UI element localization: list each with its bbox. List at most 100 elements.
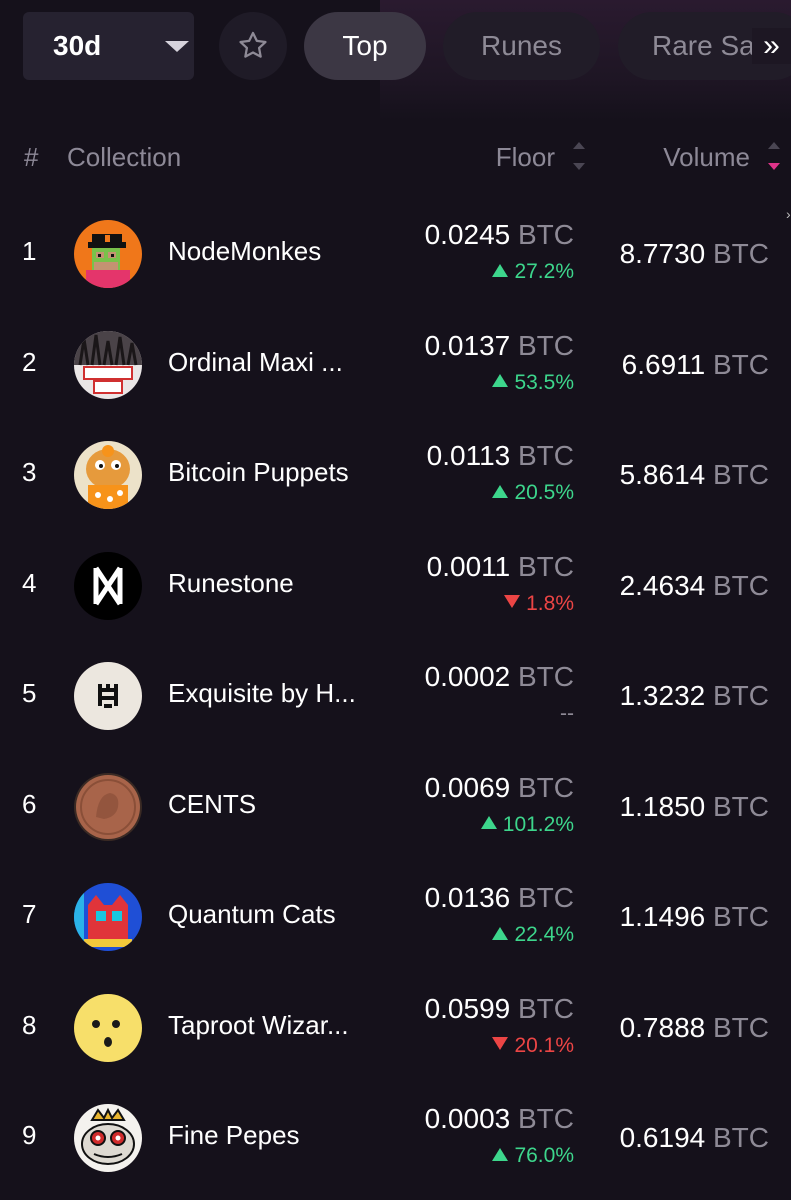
floor-price: 0.0245 BTC bbox=[425, 219, 574, 251]
volume-unit: BTC bbox=[713, 238, 769, 269]
header-floor-sort[interactable]: Floor bbox=[496, 142, 555, 173]
volume-unit: BTC bbox=[713, 1011, 769, 1043]
volume: 1.1850 BTC bbox=[620, 791, 769, 823]
change-value: 76.0% bbox=[514, 1144, 574, 1167]
floor-value: 0.0245 bbox=[424, 219, 511, 250]
row-rank: 1 bbox=[22, 236, 37, 266]
row-rank: 5 bbox=[22, 678, 37, 708]
floor-price: 0.0136 BTC bbox=[425, 882, 574, 914]
collection-name: Exquisite by H... bbox=[168, 678, 356, 708]
tab-top-label: Top bbox=[342, 30, 388, 61]
volume-value: 0.7888 bbox=[619, 1011, 706, 1043]
volume-value: 8.7730 bbox=[619, 238, 706, 269]
floor-price: 0.0011 BTC bbox=[427, 551, 574, 583]
change-value: 53.5% bbox=[514, 370, 574, 394]
row-rank: 3 bbox=[22, 457, 37, 487]
floor-change: 1.8% bbox=[504, 592, 574, 616]
volume-unit: BTC bbox=[713, 569, 769, 601]
collection-name: Runestone bbox=[168, 567, 294, 598]
nodemonkes-avatar bbox=[74, 220, 142, 288]
tab-runes-label: Runes bbox=[481, 30, 562, 61]
volume: 0.6194 BTC bbox=[620, 1122, 769, 1154]
table-header: # Collection Floor Volume bbox=[0, 130, 791, 186]
floor-change: -- bbox=[560, 702, 574, 726]
table-row[interactable]: 2 Ordinal Maxi ... 0.0137 BTC 53.5% 6.69… bbox=[0, 311, 791, 422]
floor-price: 0.0069 BTC bbox=[425, 772, 574, 804]
collection-name: NodeMonkes bbox=[168, 236, 322, 266]
favorites-button[interactable] bbox=[219, 12, 287, 80]
volume-value: 2.4634 bbox=[619, 569, 706, 601]
period-label: 30d bbox=[53, 30, 102, 61]
triangle-up-icon bbox=[492, 263, 509, 277]
header-rank: # bbox=[24, 142, 39, 172]
volume: 5.8614 BTC bbox=[620, 459, 769, 491]
period-dropdown[interactable]: 30d bbox=[23, 12, 194, 80]
table-row[interactable]: 1 NodeMonkes 0.0245 BTC 27.2% 8.7730 BTC bbox=[0, 200, 791, 311]
table-row[interactable]: 7 Quantum Cats 0.0136 BTC 22.4% 1.1496 B… bbox=[0, 863, 791, 974]
collection-list: 1 NodeMonkes 0.0245 BTC 27.2% 8.7730 BTC… bbox=[0, 200, 791, 1195]
volume-unit: BTC bbox=[713, 348, 769, 380]
taproot-wizards-avatar bbox=[74, 993, 142, 1062]
triangle-up-icon bbox=[492, 1147, 509, 1161]
table-row[interactable]: 4 Runestone 0.0011 BTC 1.8% 2.4634 BTC bbox=[0, 532, 791, 643]
header-volume-sort[interactable]: Volume bbox=[663, 142, 750, 173]
floor-unit: BTC bbox=[518, 219, 574, 250]
tab-rare-sats-label: Rare Sa bbox=[652, 30, 755, 61]
floor-unit: BTC bbox=[518, 992, 574, 1024]
floor-change: 53.5% bbox=[492, 371, 574, 395]
collection-name: CENTS bbox=[168, 788, 257, 819]
sort-floor-icon[interactable] bbox=[573, 142, 585, 174]
table-row[interactable]: 9 Fine Pepes 0.0003 BTC 76.0% 0.6194 BTC bbox=[0, 1084, 791, 1195]
table-row[interactable]: 6 CENTS 0.0069 BTC 101.2% 1.1850 BTC bbox=[0, 753, 791, 864]
floor-unit: BTC bbox=[518, 661, 574, 692]
floor-value: 0.0002 bbox=[424, 661, 511, 692]
bitcoin-puppets-avatar bbox=[74, 441, 142, 509]
table-row[interactable]: 3 Bitcoin Puppets 0.0113 BTC 20.5% 5.861… bbox=[0, 421, 791, 532]
floor-change: 20.1% bbox=[492, 1034, 574, 1058]
volume: 0.7888 BTC bbox=[620, 1012, 769, 1044]
scroll-tabs-button[interactable]: » bbox=[752, 28, 791, 64]
floor-price: 0.0599 BTC bbox=[425, 993, 574, 1025]
quantum-cats-avatar bbox=[74, 883, 142, 951]
floor-value: 0.0599 bbox=[424, 992, 511, 1024]
exquisite-avatar bbox=[74, 662, 142, 730]
row-rank: 4 bbox=[22, 567, 37, 598]
floor-change: 27.2% bbox=[492, 260, 574, 284]
volume-value: 5.8614 bbox=[619, 459, 706, 490]
double-chevron-right-icon: » bbox=[763, 29, 780, 62]
table-row[interactable]: 8 Taproot Wizar... 0.0599 BTC 20.1% 0.78… bbox=[0, 974, 791, 1085]
star-icon bbox=[239, 31, 267, 58]
row-rank: 8 bbox=[22, 1009, 37, 1040]
volume-unit: BTC bbox=[713, 1122, 769, 1153]
floor-price: 0.0003 BTC bbox=[425, 1103, 574, 1135]
collection-name: Bitcoin Puppets bbox=[168, 457, 349, 487]
volume-value: 1.3232 bbox=[619, 680, 706, 711]
triangle-up-icon bbox=[492, 484, 509, 498]
floor-unit: BTC bbox=[518, 882, 574, 913]
volume-value: 1.1496 bbox=[619, 901, 706, 932]
floor-change: 76.0% bbox=[492, 1144, 574, 1168]
row-rank: 6 bbox=[22, 788, 37, 819]
table-row[interactable]: 5 Exquisite by H... 0.0002 BTC -- 1.3232… bbox=[0, 642, 791, 753]
volume: 1.1496 BTC bbox=[620, 901, 769, 933]
triangle-up-icon bbox=[492, 926, 509, 940]
volume-unit: BTC bbox=[713, 459, 769, 490]
volume: 6.6911 BTC bbox=[622, 349, 769, 381]
triangle-up-icon bbox=[480, 816, 497, 830]
floor-unit: BTC bbox=[518, 329, 574, 361]
volume-unit: BTC bbox=[713, 680, 769, 711]
volume-value: 0.6194 bbox=[619, 1122, 706, 1153]
collection-name: Fine Pepes bbox=[168, 1120, 300, 1150]
floor-value: 0.0069 bbox=[424, 771, 511, 803]
triangle-up-icon bbox=[492, 374, 509, 388]
tab-top[interactable]: Top bbox=[304, 12, 426, 80]
volume: 2.4634 BTC bbox=[620, 570, 769, 602]
volume: 8.7730 BTC bbox=[620, 238, 769, 270]
collection-name: Taproot Wizar... bbox=[168, 1009, 349, 1040]
row-rank: 7 bbox=[22, 899, 37, 929]
tab-runes[interactable]: Runes bbox=[443, 12, 600, 80]
change-value: 20.5% bbox=[514, 481, 574, 504]
sort-volume-icon[interactable] bbox=[768, 142, 780, 174]
row-rank: 9 bbox=[22, 1120, 37, 1150]
runestone-avatar bbox=[74, 551, 142, 620]
